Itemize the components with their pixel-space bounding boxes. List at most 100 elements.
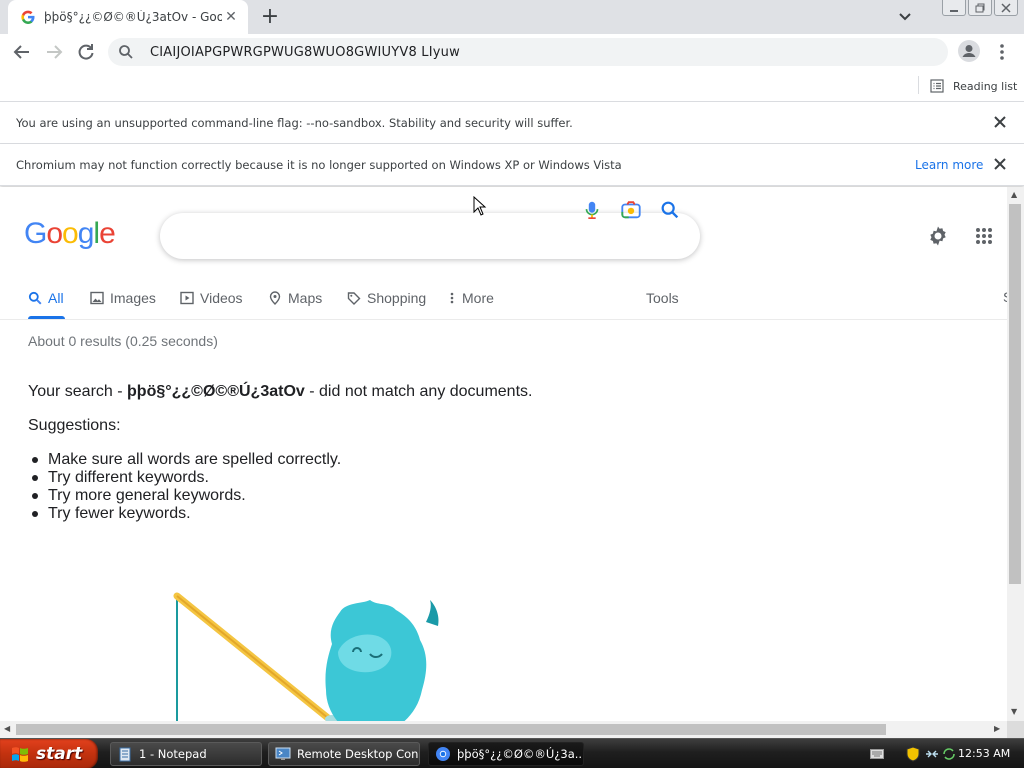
keyboard-icon[interactable] xyxy=(870,748,884,760)
profile-button[interactable] xyxy=(958,40,980,62)
result-stats: About 0 results (0.25 seconds) xyxy=(28,333,218,349)
search-query: þþö§°¿¿©Ø©®Ú¿3atOv xyxy=(127,383,305,400)
tools-button[interactable]: Tools xyxy=(646,289,679,307)
horizontal-scrollbar[interactable]: ◀ ▶ xyxy=(0,721,1007,738)
logo-letters: Google xyxy=(24,217,116,251)
google-favicon-icon xyxy=(21,10,35,24)
profile-icon xyxy=(962,45,976,57)
taskbar-item-chromium[interactable]: þþö§°¿¿©Ø©®Ú¿3a... xyxy=(428,742,584,766)
apps-grid-icon[interactable] xyxy=(975,227,993,245)
list-item: Try more general keywords. xyxy=(31,487,341,505)
window-controls xyxy=(942,0,1018,16)
notepad-icon xyxy=(119,747,131,762)
system-tray: 12:53 AM xyxy=(895,739,1024,768)
active-tab-indicator xyxy=(28,316,65,319)
taskbar: start 1 - Notepad Remote Desktop Con... xyxy=(0,738,1024,768)
vertical-scroll-thumb[interactable] xyxy=(1009,204,1021,584)
security-shield-icon[interactable] xyxy=(906,746,920,762)
tag-icon xyxy=(347,292,361,305)
tab-shopping[interactable]: Shopping xyxy=(347,289,426,307)
menu-dots-icon[interactable] xyxy=(994,40,1010,64)
horizontal-scroll-thumb[interactable] xyxy=(16,724,886,735)
scrollbar-corner xyxy=(1007,721,1024,738)
reading-list-label: Reading list xyxy=(953,79,1018,93)
search-icon[interactable] xyxy=(658,199,682,221)
no-match-suffix: - did not match any documents. xyxy=(304,383,533,400)
start-button[interactable]: start xyxy=(0,739,98,768)
close-window-button[interactable] xyxy=(994,0,1018,16)
logo-letter: o xyxy=(46,217,63,250)
camera-icon[interactable] xyxy=(619,199,643,221)
network-icon[interactable] xyxy=(924,747,940,761)
taskbar-item-label: 1 - Notepad xyxy=(139,747,207,761)
tab-maps[interactable]: Maps xyxy=(268,289,322,307)
no-match-message: Your search - þþö§°¿¿©Ø©®Ú¿3atOv - did n… xyxy=(28,383,532,401)
chromium-icon xyxy=(436,747,450,761)
back-arrow-icon[interactable] xyxy=(8,38,36,66)
tab-videos[interactable]: Videos xyxy=(180,289,243,307)
image-icon xyxy=(90,291,104,305)
learn-more-link[interactable]: Learn more xyxy=(915,158,983,172)
list-item: Make sure all words are spelled correctl… xyxy=(31,451,342,468)
search-icon xyxy=(119,45,133,59)
scroll-down-icon[interactable]: ▼ xyxy=(1011,707,1017,716)
page-content: Google All Images Videos Maps Shopping M… xyxy=(0,187,1007,721)
address-bar[interactable]: CIAIJOIAPGPWRGPWUG8WUO8GWIUYV8 LIyuw xyxy=(108,38,948,66)
more-vert-icon xyxy=(450,292,454,304)
video-icon xyxy=(180,291,194,305)
suggestions-list: Make sure all words are spelled correctl… xyxy=(31,451,342,523)
mouse-cursor-icon xyxy=(473,196,487,216)
taskbar-item-notepad[interactable]: 1 - Notepad xyxy=(110,742,262,766)
tab-strip: þþö§°¿¿©Ø©®Ú¿3atOv - Google S ✕ + xyxy=(0,0,1024,34)
new-tab-button[interactable]: + xyxy=(258,6,282,28)
tab-label: Images xyxy=(110,290,156,306)
tab-label: Maps xyxy=(288,290,323,306)
suggestions-title: Suggestions: xyxy=(28,417,121,434)
sync-icon[interactable] xyxy=(942,747,956,761)
tab-search-chevron-icon[interactable] xyxy=(893,8,917,26)
google-logo[interactable]: Google xyxy=(24,217,116,251)
tab-more[interactable]: More xyxy=(448,289,494,307)
browser-tab[interactable]: þþö§°¿¿©Ø©®Ú¿3atOv - Google S ✕ xyxy=(8,0,248,34)
close-icon[interactable] xyxy=(993,115,1007,129)
taskbar-item-label: þþö§°¿¿©Ø©®Ú¿3a... xyxy=(457,747,584,761)
forward-arrow-icon[interactable] xyxy=(40,38,68,66)
restore-button[interactable] xyxy=(968,0,992,16)
minimize-button[interactable] xyxy=(942,0,966,16)
close-icon[interactable] xyxy=(993,157,1007,171)
fishing-monster-illustration xyxy=(173,592,439,721)
microphone-icon[interactable] xyxy=(580,199,604,221)
tab-label: Shopping xyxy=(367,290,427,306)
scroll-up-icon[interactable]: ▲ xyxy=(1011,190,1017,199)
list-item: Try fewer keywords. xyxy=(31,505,341,523)
tab-images[interactable]: Images xyxy=(90,289,156,307)
tab-label: Tools xyxy=(646,290,679,306)
minimize-icon xyxy=(950,10,958,12)
clock: 12:53 AM xyxy=(958,747,1011,760)
close-icon xyxy=(1001,3,1011,13)
tab-label: More xyxy=(462,290,494,306)
logo-letter: g xyxy=(77,217,95,250)
tab-all[interactable]: All xyxy=(28,289,64,307)
no-match-prefix: Your search - xyxy=(28,383,128,400)
reload-icon[interactable] xyxy=(72,38,100,66)
divider xyxy=(918,76,919,94)
address-text: CIAIJOIAPGPWRGPWUG8WUO8GWIUYV8 LIyuw xyxy=(150,44,460,60)
bookmark-bar: Reading list xyxy=(0,70,1024,102)
vertical-scrollbar[interactable]: ▲ ▼ xyxy=(1007,187,1024,721)
scroll-left-icon[interactable]: ◀ xyxy=(4,724,10,733)
reading-list-button[interactable]: Reading list xyxy=(930,76,1017,96)
taskbar-item-label: Remote Desktop Con... xyxy=(297,747,420,761)
taskbar-item-remote-desktop[interactable]: Remote Desktop Con... xyxy=(268,742,420,766)
browser-toolbar: CIAIJOIAPGPWRGPWUG8WUO8GWIUYV8 LIyuw xyxy=(0,34,1024,70)
infobar-message: Chromium may not function correctly beca… xyxy=(16,157,622,172)
logo-letter: e xyxy=(99,217,116,250)
start-label: start xyxy=(36,744,83,764)
tab-label: Videos xyxy=(200,290,243,306)
restore-icon xyxy=(975,3,985,13)
tab-label: All xyxy=(48,290,64,306)
reading-list-icon xyxy=(930,79,944,93)
scroll-right-icon[interactable]: ▶ xyxy=(994,724,1000,733)
gear-icon[interactable] xyxy=(926,224,950,248)
tab-close-icon[interactable]: ✕ xyxy=(222,8,240,26)
